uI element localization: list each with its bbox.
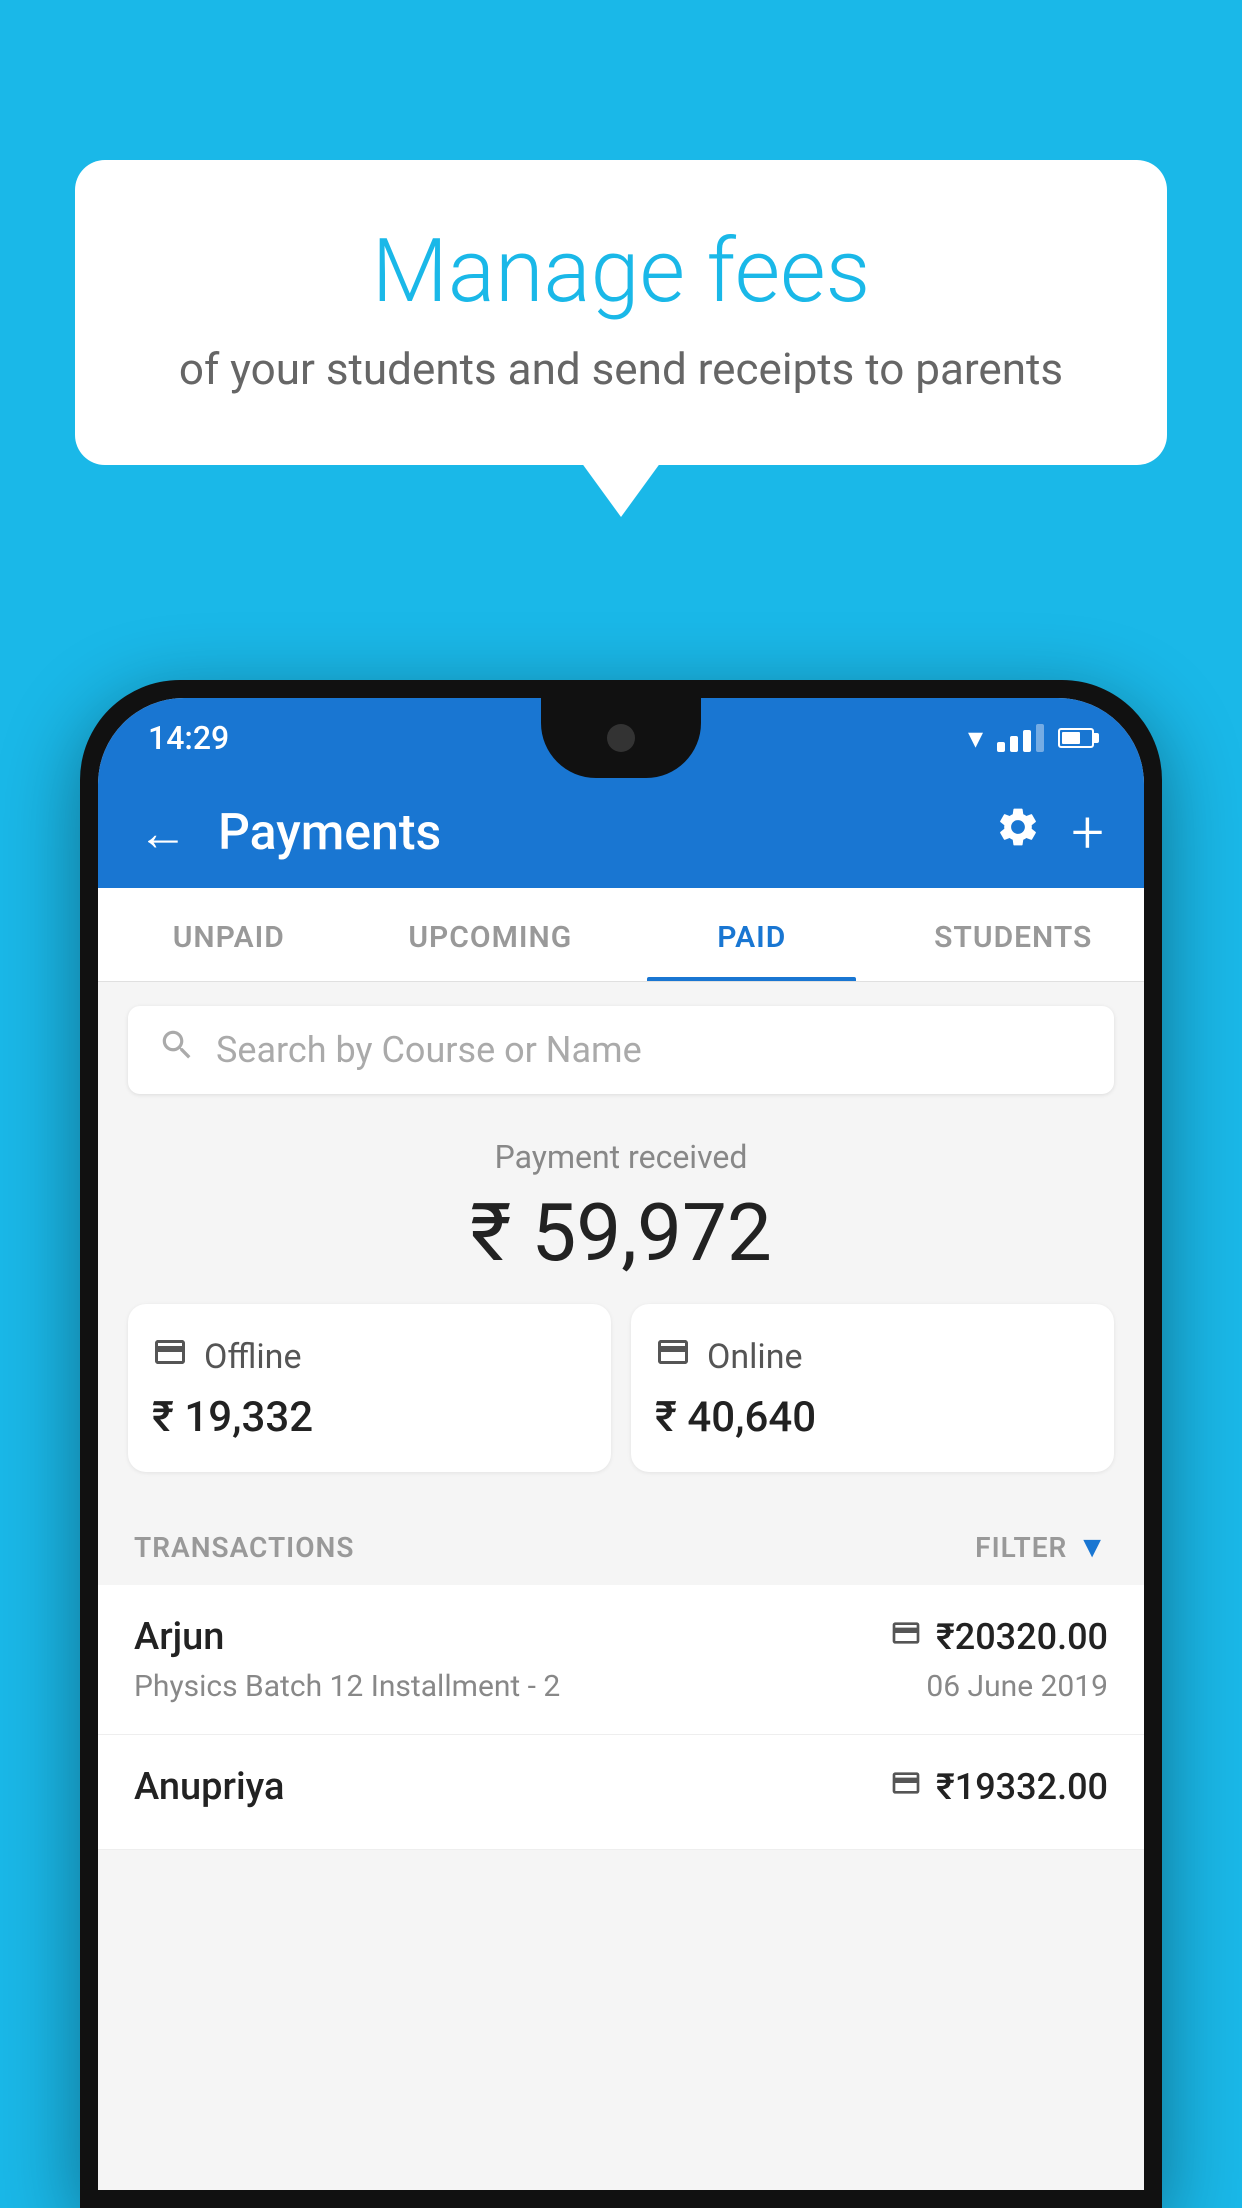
add-button[interactable]: +	[1071, 799, 1104, 867]
transactions-label: TRANSACTIONS	[134, 1531, 354, 1564]
online-label: Online	[707, 1337, 803, 1377]
txn-card-icon	[890, 1617, 922, 1657]
phone-inner: 14:29 ▾ ← Payments	[98, 698, 1144, 2190]
speech-bubble: Manage fees of your students and send re…	[75, 160, 1167, 465]
payment-received-label: Payment received	[128, 1138, 1114, 1176]
app-bar-title: Payments	[218, 804, 965, 862]
status-icons: ▾	[968, 721, 1094, 756]
phone-frame: 14:29 ▾ ← Payments	[80, 680, 1162, 2208]
online-card-header: Online	[655, 1334, 1090, 1379]
offline-card: Offline ₹ 19,332	[128, 1304, 611, 1472]
transaction-list: Arjun ₹20320.00 Physics Batch 12 Install…	[98, 1585, 1144, 1850]
online-amount: ₹ 40,640	[655, 1393, 1090, 1442]
txn-name: Arjun	[134, 1615, 224, 1659]
app-bar-actions: +	[995, 799, 1104, 867]
offline-label: Offline	[204, 1337, 301, 1377]
app-bar: ← Payments +	[98, 778, 1144, 888]
online-icon	[655, 1334, 691, 1379]
txn-name: Anupriya	[134, 1765, 284, 1809]
settings-icon[interactable]	[995, 804, 1041, 862]
txn-offline-icon	[890, 1767, 922, 1807]
bubble-title: Manage fees	[145, 220, 1097, 323]
table-row[interactable]: Arjun ₹20320.00 Physics Batch 12 Install…	[98, 1585, 1144, 1735]
offline-amount: ₹ 19,332	[152, 1393, 587, 1442]
search-input[interactable]: Search by Course or Name	[216, 1029, 642, 1071]
back-button[interactable]: ←	[138, 804, 188, 863]
filter-button[interactable]: FILTER ▼	[975, 1530, 1108, 1565]
online-card: Online ₹ 40,640	[631, 1304, 1114, 1472]
payment-cards: Offline ₹ 19,332 Online ₹ 40,640	[128, 1304, 1114, 1472]
tab-paid[interactable]: PAID	[621, 888, 883, 981]
transaction-top: Arjun ₹20320.00	[134, 1615, 1108, 1659]
filter-icon: ▼	[1077, 1530, 1108, 1565]
offline-icon	[152, 1334, 188, 1379]
search-container: Search by Course or Name	[98, 982, 1144, 1118]
table-row[interactable]: Anupriya ₹19332.00	[98, 1735, 1144, 1850]
tab-students[interactable]: STUDENTS	[883, 888, 1145, 981]
transactions-header: TRANSACTIONS FILTER ▼	[98, 1502, 1144, 1585]
battery-icon	[1058, 728, 1094, 748]
payment-summary: Payment received ₹ 59,972 Offline ₹ 19,3…	[98, 1118, 1144, 1502]
tab-unpaid[interactable]: UNPAID	[98, 888, 360, 981]
txn-amount-wrap: ₹19332.00	[890, 1766, 1108, 1808]
txn-course: Physics Batch 12 Installment - 2	[134, 1669, 560, 1704]
tabs-bar: UNPAID UPCOMING PAID STUDENTS	[98, 888, 1144, 982]
transaction-top: Anupriya ₹19332.00	[134, 1765, 1108, 1809]
txn-amount: ₹19332.00	[936, 1766, 1108, 1808]
tab-upcoming[interactable]: UPCOMING	[360, 888, 622, 981]
wifi-icon: ▾	[968, 721, 983, 756]
status-time: 14:29	[148, 719, 229, 757]
txn-amount-wrap: ₹20320.00	[890, 1616, 1108, 1658]
search-icon	[158, 1026, 196, 1074]
transaction-bottom: Physics Batch 12 Installment - 2 06 June…	[134, 1669, 1108, 1704]
payment-total-amount: ₹ 59,972	[128, 1186, 1114, 1280]
status-bar: 14:29 ▾	[98, 698, 1144, 778]
txn-date: 06 June 2019	[926, 1669, 1108, 1704]
search-box[interactable]: Search by Course or Name	[128, 1006, 1114, 1094]
camera-dot	[607, 724, 635, 752]
bubble-subtitle: of your students and send receipts to pa…	[145, 343, 1097, 395]
signal-bars-icon	[997, 724, 1044, 752]
filter-label: FILTER	[975, 1531, 1067, 1564]
offline-card-header: Offline	[152, 1334, 587, 1379]
txn-amount: ₹20320.00	[936, 1616, 1108, 1658]
